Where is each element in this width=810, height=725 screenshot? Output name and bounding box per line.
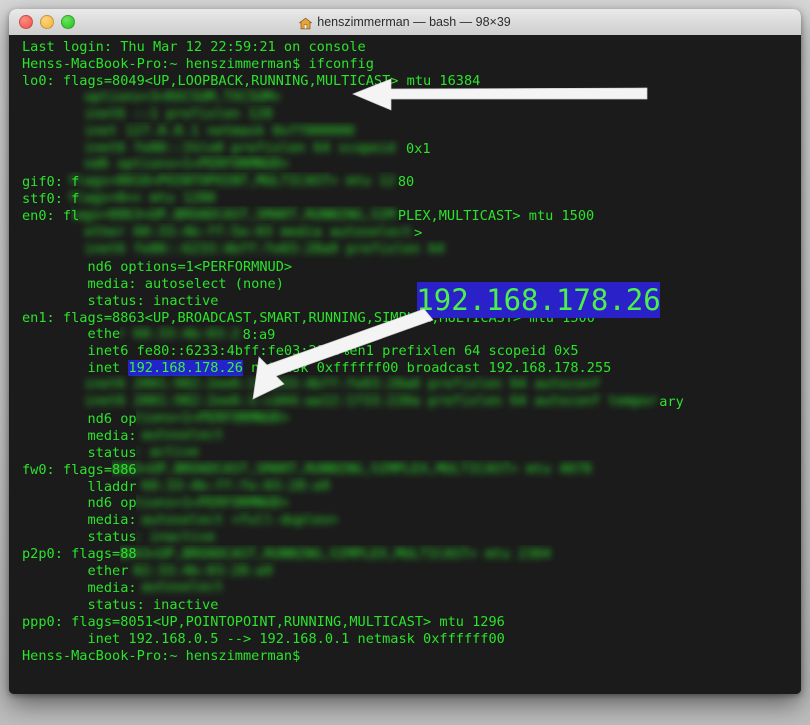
window-controls bbox=[19, 9, 75, 35]
window-titlebar[interactable]: henszimmerman — bash — 98×39 bbox=[9, 9, 801, 36]
terminal-line: status: inactive bbox=[22, 292, 219, 309]
screenshot-root: henszimmerman — bash — 98×39 Last login:… bbox=[0, 0, 810, 725]
terminal-body[interactable]: Last login: Thu Mar 12 22:59:21 on conso… bbox=[9, 35, 801, 694]
terminal-window: henszimmerman — bash — 98×39 Last login:… bbox=[9, 9, 801, 694]
window-title: henszimmerman — bash — 98×39 bbox=[9, 15, 801, 29]
terminal-line: media: autoselect (none) bbox=[22, 275, 284, 292]
close-button[interactable] bbox=[19, 15, 33, 29]
terminal-line: ppp0: flags=8051<UP,POINTOPOINT,RUNNING,… bbox=[22, 613, 505, 630]
ip-callout-text: 192.168.178.26 bbox=[416, 283, 661, 317]
ip-callout-magnified: 192.168.178.26 bbox=[416, 282, 661, 318]
terminal-line: Henss-MacBook-Pro:~ henszimmerman$ ifcon… bbox=[22, 55, 374, 72]
blurred-text-region: autoselect bbox=[136, 579, 224, 596]
terminal-line: status: inactive bbox=[22, 596, 219, 613]
selected-ip-text: 192.168.178.26 bbox=[128, 360, 243, 377]
terminal-line-tail: PLEX,MULTICAST> mtu 1500 bbox=[397, 208, 595, 225]
blurred-text-region: r 60:33:4b:03:2 bbox=[120, 325, 240, 342]
terminal-line: inet6 fe80::6233:4bff:fe03:28a9%en1 pref… bbox=[22, 343, 579, 360]
maximize-button[interactable] bbox=[61, 15, 75, 29]
terminal-line: nd6 options=1<PERFORMNUD> bbox=[22, 258, 293, 275]
terminal-line: Henss-MacBook-Pro:~ henszimmerman$ bbox=[22, 647, 301, 664]
terminal-line: inet 192.168.0.5 --> 192.168.0.1 netmask… bbox=[22, 630, 505, 647]
home-icon bbox=[298, 17, 313, 30]
blurred-text-region: inet6 fe80::6233:4bff:fe03:28a9 prefixle… bbox=[79, 241, 445, 258]
window-title-text: henszimmerman — bash — 98×39 bbox=[317, 15, 511, 29]
terminal-line: Last login: Thu Mar 12 22:59:21 on conso… bbox=[22, 39, 366, 55]
minimize-button[interactable] bbox=[40, 15, 54, 29]
